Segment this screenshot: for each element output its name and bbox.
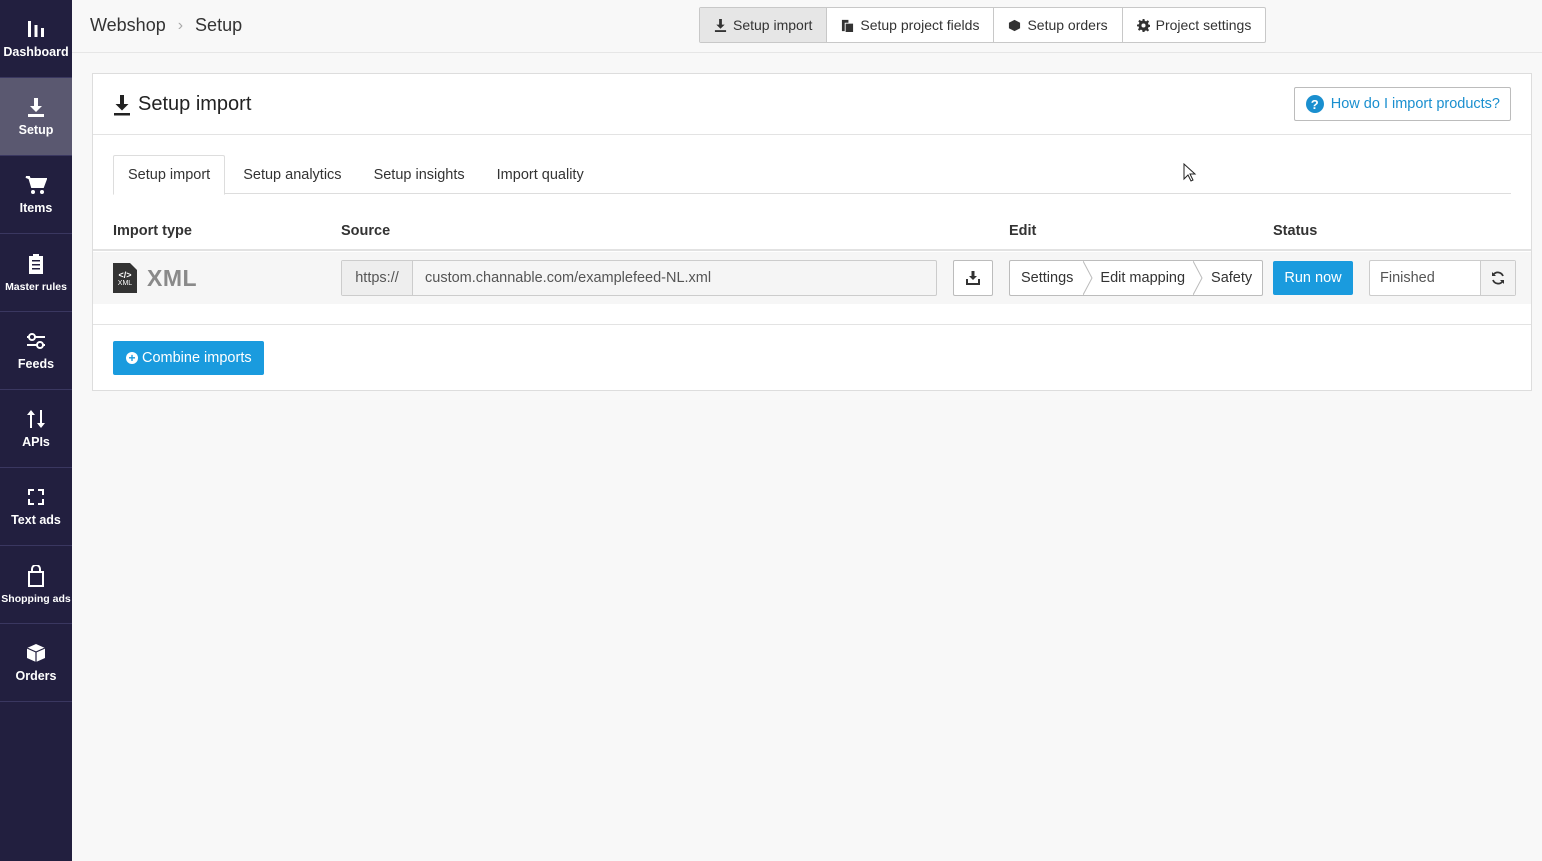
- source-prefix: https://: [342, 261, 413, 295]
- sidebar-item-label: APIs: [22, 435, 50, 449]
- xml-file-icon: </> XML: [113, 263, 137, 293]
- run-now-button[interactable]: Run now: [1273, 261, 1353, 295]
- sidebar-item-text-ads[interactable]: Text ads: [0, 468, 72, 546]
- table-header: Import type Source Edit Status: [93, 221, 1531, 251]
- help-import-label: How do I import products?: [1330, 96, 1500, 112]
- breadcrumb-root[interactable]: Webshop: [90, 15, 166, 36]
- sidebar-item-label: Setup: [18, 123, 54, 137]
- box-icon: [1009, 19, 1021, 31]
- divider: [93, 324, 1531, 325]
- edit-safety-button[interactable]: Safety: [1203, 261, 1262, 295]
- download-tray-icon: [966, 271, 980, 285]
- box-icon: [26, 644, 46, 662]
- download-icon: [28, 98, 44, 117]
- combine-imports-button[interactable]: + Combine imports: [113, 341, 264, 375]
- download-icon: [114, 94, 130, 115]
- refresh-status-button[interactable]: [1480, 261, 1515, 295]
- plus-circle-icon: +: [126, 352, 138, 364]
- refresh-icon: [1492, 271, 1504, 285]
- breadcrumb-current: Setup: [195, 15, 243, 35]
- sidebar-item-apis[interactable]: APIs: [0, 390, 72, 468]
- tab-setup-analytics[interactable]: Setup analytics: [229, 155, 355, 194]
- sidebar-item-orders[interactable]: Orders: [0, 624, 72, 702]
- column-edit: Edit: [1009, 223, 1037, 239]
- edit-mapping-button[interactable]: Edit mapping: [1093, 261, 1193, 295]
- bar-chart-icon: [28, 21, 44, 37]
- arrows-updown-icon: [27, 410, 45, 428]
- top-nav: Setup import Setup project fields Setup …: [699, 7, 1267, 43]
- chevron-right-icon: ›: [177, 16, 184, 34]
- sliders-icon: [27, 333, 45, 349]
- source-field[interactable]: https:// custom.channable.com/examplefee…: [341, 260, 937, 296]
- sidebar: Dashboard Setup Items Master rules Feeds…: [0, 0, 72, 861]
- import-type: </> XML XML: [113, 263, 197, 293]
- column-status: Status: [1273, 223, 1318, 239]
- sidebar-item-label: Master rules: [5, 280, 67, 293]
- tab-setup-insights[interactable]: Setup insights: [360, 155, 479, 194]
- sidebar-item-label: Text ads: [11, 513, 61, 527]
- download-source-button[interactable]: [953, 260, 993, 296]
- topnav-setup-import[interactable]: Setup import: [700, 8, 828, 42]
- table-row: </> XML XML https:// custom.channable.co…: [93, 252, 1531, 304]
- import-type-label: XML: [147, 264, 198, 291]
- copy-icon: [842, 19, 854, 32]
- source-url[interactable]: custom.channable.com/examplefeed-NL.xml: [413, 261, 936, 295]
- clipboard-icon: [29, 253, 43, 274]
- panel-title: Setup import: [113, 93, 251, 116]
- edit-steps: Settings Edit mapping Safety: [1009, 260, 1264, 296]
- step-chevron-icon: [1083, 261, 1093, 295]
- topnav-project-settings[interactable]: Project settings: [1123, 8, 1266, 42]
- sidebar-item-shopping-ads[interactable]: Shopping ads: [0, 546, 72, 624]
- sidebar-item-label: Orders: [15, 669, 57, 683]
- sidebar-item-label: Shopping ads: [1, 592, 71, 605]
- combine-imports-label: Combine imports: [142, 350, 252, 366]
- status-field: Finished: [1369, 260, 1516, 296]
- panel-header: Setup import ? How do I import products?: [93, 74, 1531, 135]
- sidebar-item-label: Dashboard: [3, 45, 69, 59]
- sidebar-item-feeds[interactable]: Feeds: [0, 312, 72, 390]
- topnav-label: Setup project fields: [860, 17, 980, 33]
- panel-tabs: Setup import Setup analytics Setup insig…: [113, 155, 1511, 195]
- question-circle-icon: ?: [1305, 95, 1324, 113]
- xml-file-label: XML: [117, 279, 133, 287]
- sidebar-item-label: Items: [19, 201, 53, 215]
- step-chevron-icon: [1193, 261, 1203, 295]
- sidebar-item-master-rules[interactable]: Master rules: [0, 234, 72, 312]
- topnav-label: Project settings: [1155, 17, 1252, 33]
- xml-file-code: </>: [118, 269, 132, 280]
- edit-settings-button[interactable]: Settings: [1010, 261, 1083, 295]
- topnav-label: Setup orders: [1027, 17, 1108, 33]
- cart-icon: [25, 176, 47, 194]
- breadcrumb: Webshop › Setup: [90, 15, 242, 36]
- setup-import-panel: Setup import ? How do I import products?…: [92, 73, 1532, 391]
- sidebar-item-label: Feeds: [17, 357, 55, 371]
- tab-setup-import[interactable]: Setup import: [113, 155, 226, 195]
- gear-icon: [1136, 18, 1150, 32]
- topnav-setup-orders[interactable]: Setup orders: [994, 8, 1123, 42]
- status-value: Finished: [1380, 270, 1435, 286]
- download-icon: [714, 18, 727, 32]
- expand-icon: [28, 489, 44, 505]
- panel-title-text: Setup import: [138, 93, 252, 115]
- shopping-bag-icon: [28, 564, 44, 587]
- topnav-label: Setup import: [733, 17, 813, 33]
- help-import-button[interactable]: ? How do I import products?: [1293, 87, 1511, 121]
- mouse-cursor-icon: [1183, 163, 1197, 182]
- sidebar-item-items[interactable]: Items: [0, 156, 72, 234]
- column-import-type: Import type: [113, 223, 192, 239]
- sidebar-item-setup[interactable]: Setup: [0, 78, 72, 156]
- tab-import-quality[interactable]: Import quality: [483, 155, 598, 194]
- topnav-setup-project-fields[interactable]: Setup project fields: [827, 8, 995, 42]
- top-bar: Webshop › Setup Setup import Setup proje…: [72, 0, 1542, 53]
- column-source: Source: [341, 223, 391, 239]
- sidebar-item-dashboard[interactable]: Dashboard: [0, 0, 72, 78]
